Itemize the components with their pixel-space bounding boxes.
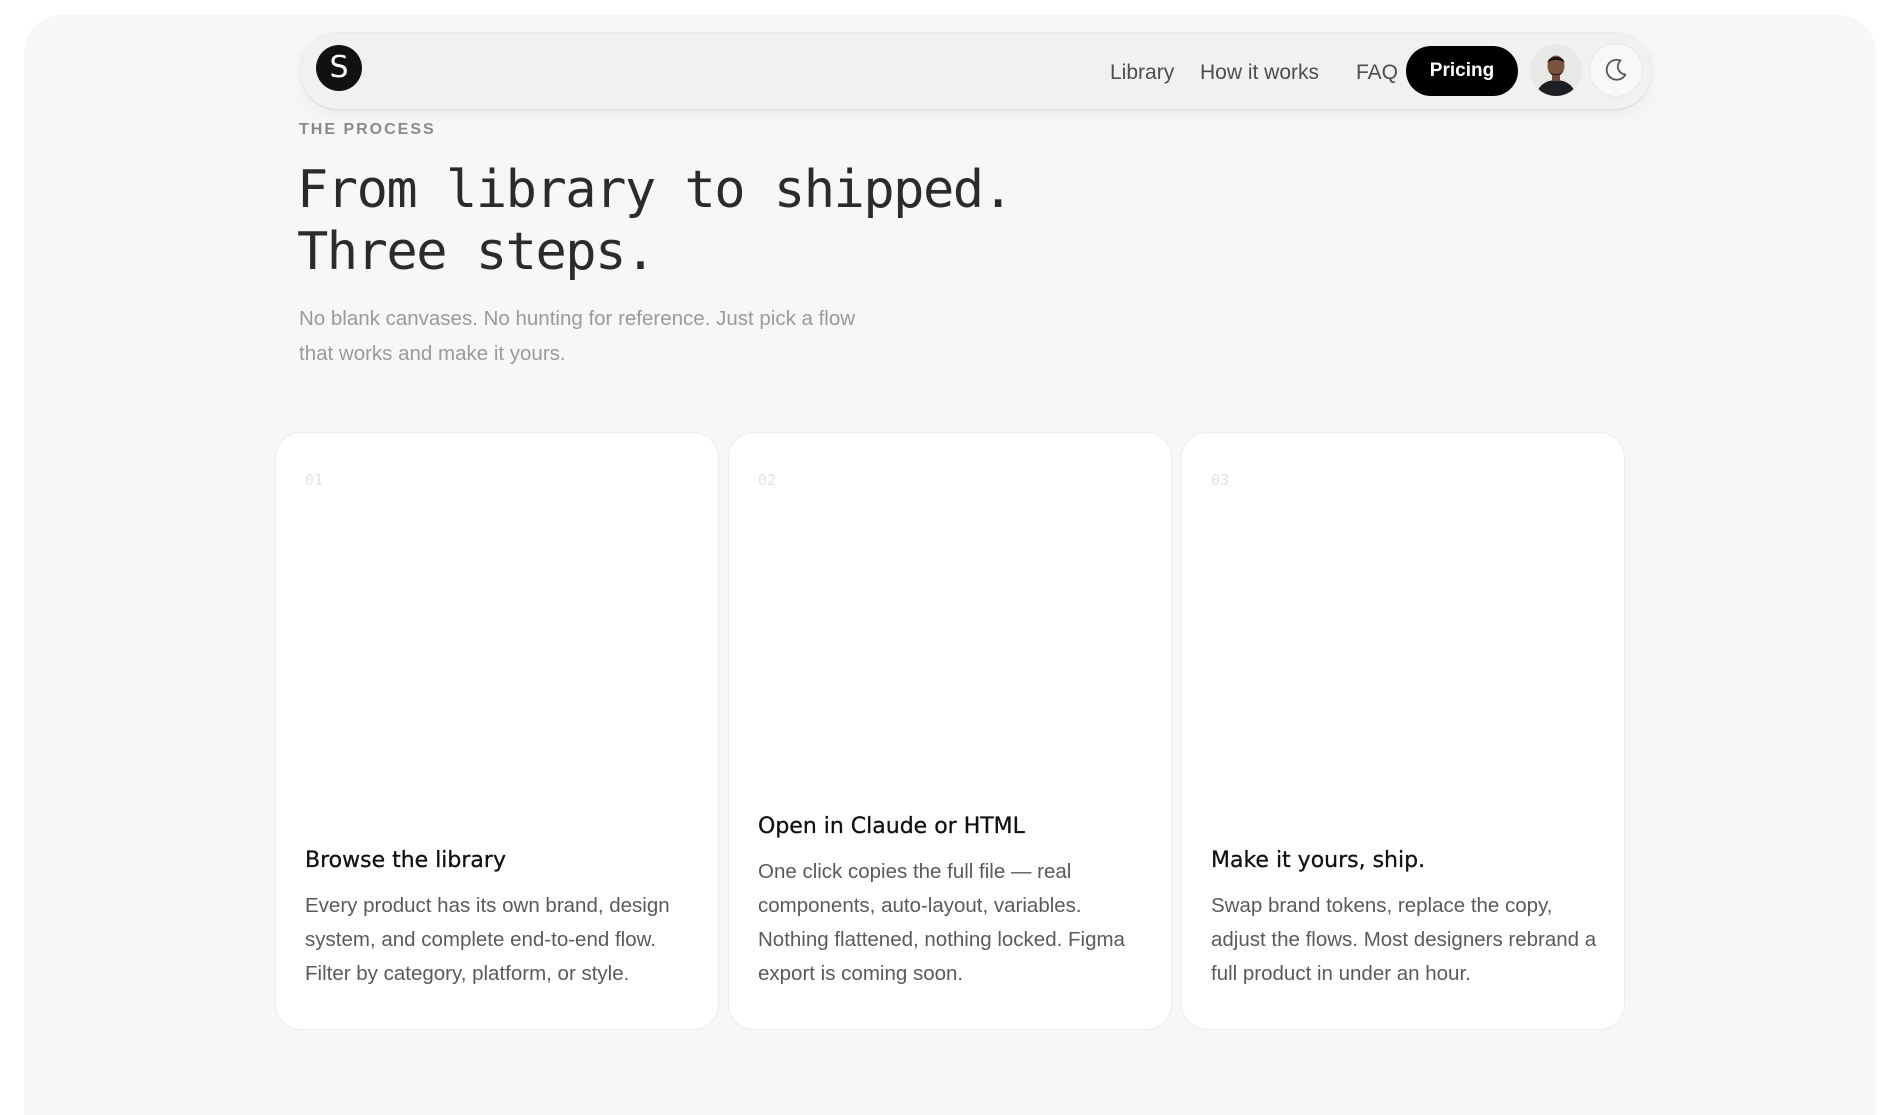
section-headline: From library to shipped. Three steps. xyxy=(297,159,1014,283)
top-navigation-bar: S Library How it works FAQ Pricing xyxy=(300,33,1652,109)
step-description: Every product has its own brand, design … xyxy=(305,894,670,985)
logo[interactable]: S xyxy=(316,45,362,91)
nav-link-library[interactable]: Library xyxy=(1110,61,1174,85)
nav-link-how-it-works[interactable]: How it works xyxy=(1200,61,1319,85)
step-title: Browse the library xyxy=(305,848,506,873)
step-number: 01 xyxy=(305,471,324,489)
step-title: Open in Claude or HTML xyxy=(758,814,1025,839)
moon-icon xyxy=(1605,58,1627,81)
step-description: One click copies the full file — real co… xyxy=(758,860,1125,985)
section-eyebrow: THE PROCESS xyxy=(299,121,436,138)
step-description: Swap brand tokens, replace the copy, adj… xyxy=(1211,894,1597,985)
headline-line-2: Three steps. xyxy=(297,222,656,282)
page-surface: S Library How it works FAQ Pricing THE P… xyxy=(24,15,1876,1115)
step-title: Make it yours, ship. xyxy=(1211,848,1426,873)
nav-link-faq[interactable]: FAQ xyxy=(1356,61,1398,85)
step-content: Open in Claude or HTML One click copies … xyxy=(758,814,1151,991)
section-subtitle: No blank canvases. No hunting for refere… xyxy=(299,307,856,365)
step-card-3: 03 Make it yours, ship. Swap brand token… xyxy=(1181,432,1625,1030)
pricing-button[interactable]: Pricing xyxy=(1406,46,1518,96)
theme-toggle-button[interactable] xyxy=(1590,44,1642,96)
step-content: Make it yours, ship. Swap brand tokens, … xyxy=(1211,848,1604,991)
headline-line-1: From library to shipped. xyxy=(297,160,1014,220)
step-number: 03 xyxy=(1211,471,1230,489)
user-avatar-icon xyxy=(1530,44,1582,96)
avatar[interactable] xyxy=(1530,44,1582,96)
step-number: 02 xyxy=(758,471,777,489)
step-card-2: 02 Open in Claude or HTML One click copi… xyxy=(728,432,1172,1030)
step-card-1: 01 Browse the library Every product has … xyxy=(275,432,719,1030)
step-content: Browse the library Every product has its… xyxy=(305,848,698,991)
